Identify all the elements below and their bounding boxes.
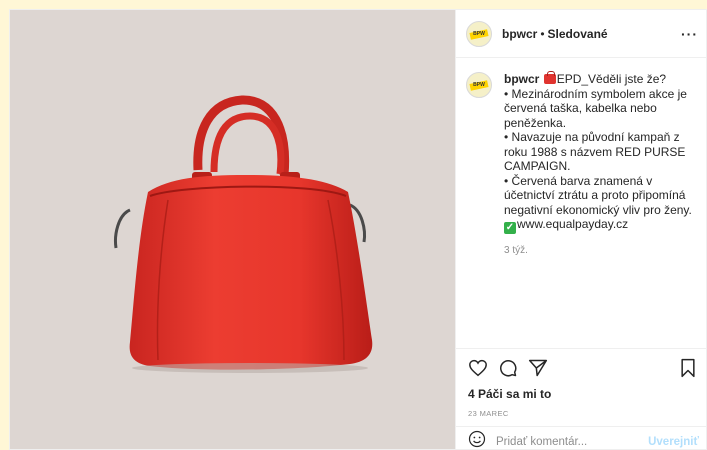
post-comment-button[interactable]: Uverejniť — [648, 436, 699, 448]
author-avatar[interactable]: BPW — [466, 20, 492, 47]
author-username[interactable]: bpwcr — [502, 27, 537, 41]
caption-line-1: • Mezinárodním symbolem akce je červená … — [504, 86, 687, 130]
caption-author-avatar[interactable]: BPW — [466, 72, 492, 98]
post-frame: BPW bpwcr • Sledované ··· BPW bpwcr EPD_… — [9, 9, 707, 450]
red-handbag-image — [114, 95, 373, 373]
post-photo[interactable] — [10, 10, 455, 449]
smiley-icon[interactable] — [468, 430, 486, 449]
comment-bar: Pridať komentár... Uverejniť — [456, 426, 706, 449]
caption-area: BPW bpwcr EPD_Věděli jste že? • Mezináro… — [456, 58, 706, 259]
separator-dot: • — [540, 26, 545, 41]
caption-line-2: • Navazuje na původní kampaň z roku 1988… — [504, 130, 686, 173]
caption-first-line: EPD_Věděli jste že? — [556, 72, 667, 86]
post-caption: bpwcr EPD_Věděli jste že? • Mezinárodním… — [504, 71, 698, 259]
more-horizontal-icon[interactable]: ··· — [681, 26, 698, 42]
comment-icon[interactable] — [498, 358, 518, 383]
heart-icon[interactable] — [468, 359, 488, 382]
caption-username[interactable]: bpwcr — [504, 72, 539, 86]
caption-line-3: • Červená barva znamená v účetnictví ztr… — [504, 173, 692, 217]
following-status[interactable]: Sledované — [548, 27, 608, 41]
post-header: BPW bpwcr • Sledované ··· — [456, 10, 706, 58]
caption-link[interactable]: www.equalpayday.cz — [517, 217, 628, 231]
bookmark-icon[interactable] — [679, 358, 697, 383]
time-ago[interactable]: 3 týž. — [504, 244, 698, 259]
post-actions: 4 Páči sa mi to 23 MAREC — [456, 348, 706, 418]
likes-count[interactable]: 4 Páči sa mi to — [468, 387, 699, 401]
post-date: 23 MAREC — [468, 409, 509, 418]
check-mark-icon: ✓ — [504, 222, 516, 234]
post-side-panel: BPW bpwcr • Sledované ··· BPW bpwcr EPD_… — [455, 10, 706, 449]
send-icon[interactable] — [528, 358, 548, 383]
red-bag-emoji-icon — [543, 71, 556, 84]
action-icons-row — [468, 358, 699, 383]
comment-input[interactable]: Pridať komentár... — [496, 436, 587, 448]
